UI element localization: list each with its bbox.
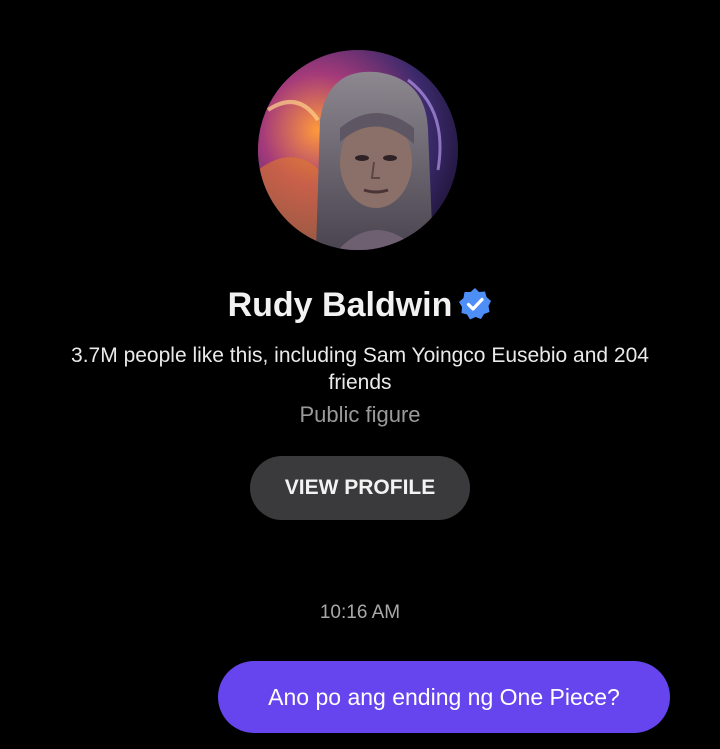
verified-badge-icon	[458, 287, 492, 321]
outgoing-message-bubble[interactable]: Ano po ang ending ng One Piece?	[218, 661, 670, 733]
profile-name-row: Rudy Baldwin	[0, 286, 720, 325]
view-profile-button[interactable]: VIEW PROFILE	[250, 456, 470, 520]
profile-category: Public figure	[299, 402, 421, 427]
profile-avatar[interactable]	[258, 50, 458, 250]
message-timestamp: 10:16 AM	[319, 602, 401, 623]
likes-summary: 3.7M people like this, including Sam Yoi…	[71, 344, 649, 394]
profile-name: Rudy Baldwin	[227, 286, 453, 324]
avatar-photo	[258, 50, 458, 250]
